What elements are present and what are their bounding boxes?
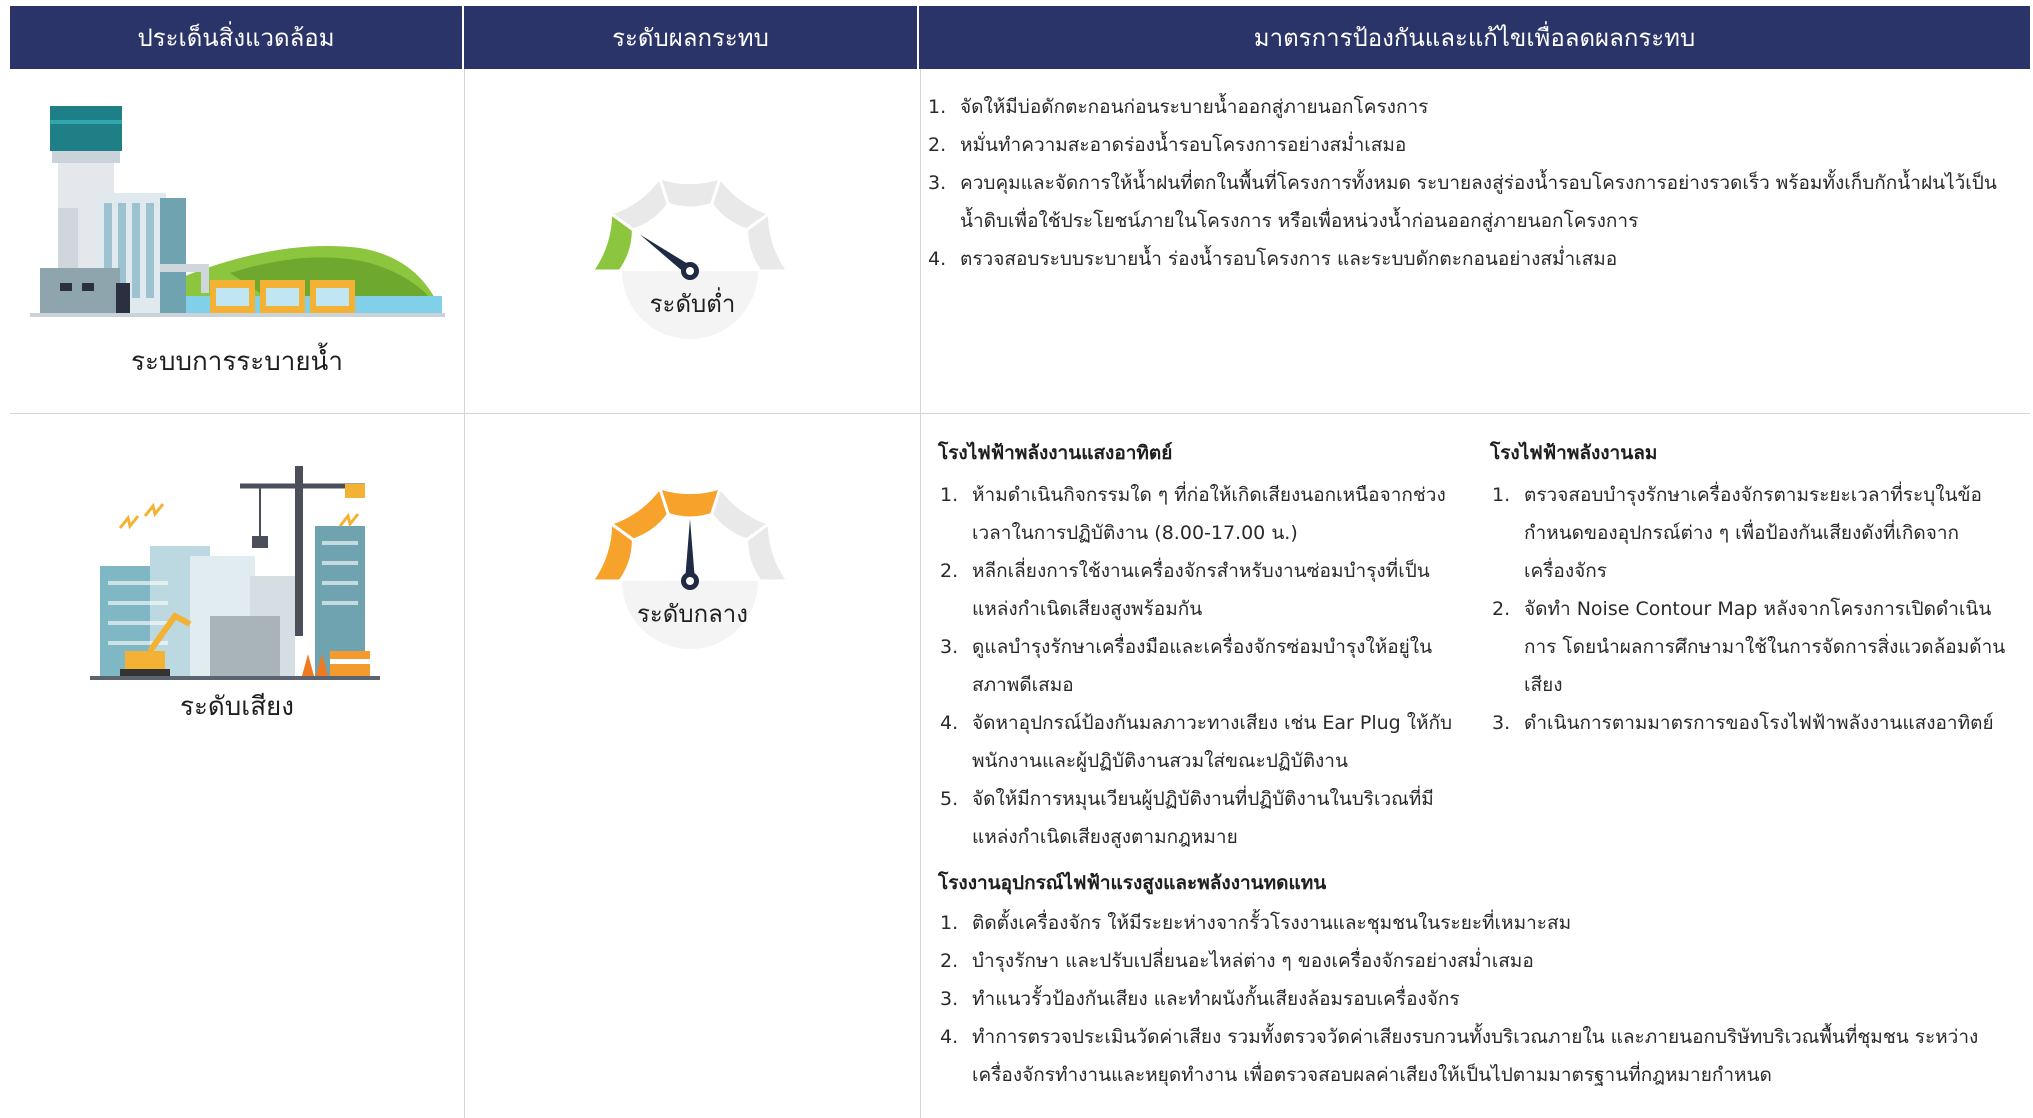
item-text: จัดให้มีบ่อดักตะกอนก่อนระบายน้ำออกสู่ภาย… bbox=[960, 96, 1429, 118]
item-number: 3. bbox=[940, 636, 959, 658]
item-number: 3. bbox=[940, 988, 959, 1010]
list-item: 3. ดำเนินการตามมาตรการของโรงไฟฟ้าพลังงานแ… bbox=[1492, 704, 2012, 742]
item-text: ทำการตรวจประเมินวัดค่าเสียง รวมทั้งตรวจว… bbox=[972, 1026, 1979, 1086]
item-number: 3. bbox=[1492, 712, 1511, 734]
gauge-hub-center bbox=[686, 577, 694, 585]
header-measures: มาตรการป้องกันและแก้ไขเพื่อลดผลกระทบ bbox=[1253, 24, 1696, 52]
list-item: 1. ห้ามดำเนินกิจกรรมใด ๆ ที่ก่อให้เกิดเสี… bbox=[940, 476, 1455, 552]
item-text: จัดให้มีการหมุนเวียนผู้ปฏิบัติงานที่ปฏิบ… bbox=[972, 788, 1434, 848]
gauge-low bbox=[589, 174, 791, 339]
item-text: ดำเนินการตามมาตรการของโรงไฟฟ้าพลังงานแสง… bbox=[1524, 712, 1994, 734]
gauge-hub-center bbox=[686, 267, 694, 275]
item-text: ดูแลบำรุงรักษาเครื่องมือและเครื่องจักรซ่… bbox=[972, 636, 1433, 696]
item-number: 5. bbox=[940, 788, 959, 810]
item-number: 1. bbox=[928, 96, 947, 118]
issue-label-drainage: ระบบการระบายน้ำ bbox=[131, 347, 343, 377]
header-issue: ประเด็นสิ่งแวดล้อม bbox=[10, 6, 464, 69]
item-text: บำรุงรักษา และปรับเปลี่ยนอะไหล่ต่าง ๆ ขอ… bbox=[972, 950, 1534, 972]
list-item: 3. ควบคุมและจัดการให้น้ำฝนที่ตกในพื้นที่โ… bbox=[928, 164, 2013, 240]
solar-measures-list: 1. ห้ามดำเนินกิจกรรมใด ๆ ที่ก่อให้เกิดเสี… bbox=[940, 476, 1455, 856]
item-number: 2. bbox=[928, 134, 947, 156]
drainage-measures-list: 1. จัดให้มีบ่อดักตะกอนก่อนระบายน้ำออกสู่ภ… bbox=[928, 88, 2013, 278]
item-number: 1. bbox=[940, 484, 959, 506]
list-item: 4. ตรวจสอบระบบระบายน้ำ ร่องน้ำรอบโครงการ … bbox=[928, 240, 2013, 278]
noise-illustration bbox=[90, 466, 380, 680]
group-title-solar: โรงไฟฟ้าพลังงานแสงอาทิตย์ bbox=[938, 442, 1173, 464]
item-number: 2. bbox=[940, 560, 959, 582]
list-item: 1. จัดให้มีบ่อดักตะกอนก่อนระบายน้ำออกสู่ภ… bbox=[928, 88, 2013, 126]
item-number: 2. bbox=[940, 950, 959, 972]
impact-level-label-low: ระดับต่ำ bbox=[649, 290, 736, 318]
item-number: 4. bbox=[940, 1026, 959, 1048]
item-text: ควบคุมและจัดการให้น้ำฝนที่ตกในพื้นที่โคร… bbox=[960, 172, 1997, 232]
item-text: จัดทำ Noise Contour Map หลังจากโครงการเป… bbox=[1524, 598, 2006, 696]
list-item: 2. บำรุงรักษา และปรับเปลี่ยนอะไหล่ต่าง ๆ … bbox=[940, 942, 2000, 980]
item-text: จัดหาอุปกรณ์ป้องกันมลภาวะทางเสียง เช่น E… bbox=[972, 712, 1453, 772]
item-text: ห้ามดำเนินกิจกรรมใด ๆ ที่ก่อให้เกิดเสียง… bbox=[972, 484, 1446, 544]
list-item: 3. ดูแลบำรุงรักษาเครื่องมือและเครื่องจักร… bbox=[940, 628, 1455, 704]
factory-measures-list: 1. ติดตั้งเครื่องจักร ให้มีระยะห่างจากรั้… bbox=[940, 904, 2000, 1094]
row-divider bbox=[10, 413, 2030, 414]
item-text: ติดตั้งเครื่องจักร ให้มีระยะห่างจากรั้วโ… bbox=[972, 912, 1572, 934]
header-impact-level: ระดับผลกระทบ bbox=[464, 6, 919, 69]
item-text: ตรวจสอบบำรุงรักษาเครื่องจักรตามระยะเวลาท… bbox=[1524, 484, 1982, 582]
list-item: 5. จัดให้มีการหมุนเวียนผู้ปฏิบัติงานที่ปฏ… bbox=[940, 780, 1455, 856]
impact-level-label-medium: ระดับกลาง bbox=[636, 600, 749, 628]
list-item: 2. หลีกเลี่ยงการใช้งานเครื่องจักรสำหรับงา… bbox=[940, 552, 1455, 628]
issue-label-noise: ระดับเสียง bbox=[179, 692, 294, 722]
wind-measures-list: 1. ตรวจสอบบำรุงรักษาเครื่องจักรตามระยะเวล… bbox=[1492, 476, 2012, 742]
item-number: 4. bbox=[940, 712, 959, 734]
item-number: 2. bbox=[1492, 598, 1511, 620]
drainage-illustration bbox=[30, 106, 445, 317]
column-divider bbox=[920, 69, 921, 1118]
gauge-needle bbox=[685, 519, 695, 581]
item-text: หลีกเลี่ยงการใช้งานเครื่องจักรสำหรับงานซ… bbox=[972, 560, 1430, 620]
list-item: 4. จัดหาอุปกรณ์ป้องกันมลภาวะทางเสียง เช่น… bbox=[940, 704, 1455, 780]
list-item: 1. ติดตั้งเครื่องจักร ให้มีระยะห่างจากรั้… bbox=[940, 904, 2000, 942]
item-text: ทำแนวรั้วป้องกันเสียง และทำผนังกั้นเสียง… bbox=[972, 988, 1460, 1010]
item-text: ตรวจสอบระบบระบายน้ำ ร่องน้ำรอบโครงการ แล… bbox=[960, 248, 1618, 270]
list-item: 4. ทำการตรวจประเมินวัดค่าเสียง รวมทั้งตรว… bbox=[940, 1018, 2000, 1094]
item-number: 4. bbox=[928, 248, 947, 270]
table-header: ประเด็นสิ่งแวดล้อม ระดับผลกระทบ มาตรการป… bbox=[10, 6, 2030, 69]
list-item: 2. หมั่นทำความสะอาดร่องน้ำรอบโครงการอย่าง… bbox=[928, 126, 2013, 164]
list-item: 1. ตรวจสอบบำรุงรักษาเครื่องจักรตามระยะเวล… bbox=[1492, 476, 2012, 590]
item-number: 1. bbox=[1492, 484, 1511, 506]
group-title-wind: โรงไฟฟ้าพลังงานลม bbox=[1490, 442, 1658, 464]
item-text: หมั่นทำความสะอาดร่องน้ำรอบโครงการอย่างสม… bbox=[960, 134, 1407, 156]
list-item: 2. จัดทำ Noise Contour Map หลังจากโครงการ… bbox=[1492, 590, 2012, 704]
item-number: 1. bbox=[940, 912, 959, 934]
list-item: 3. ทำแนวรั้วป้องกันเสียง และทำผนังกั้นเสี… bbox=[940, 980, 2000, 1018]
item-number: 3. bbox=[928, 172, 947, 194]
group-title-factory: โรงงานอุปกรณ์ไฟฟ้าแรงสูงและพลังงานทดแทน bbox=[938, 872, 1327, 894]
gauge-medium bbox=[589, 484, 791, 649]
